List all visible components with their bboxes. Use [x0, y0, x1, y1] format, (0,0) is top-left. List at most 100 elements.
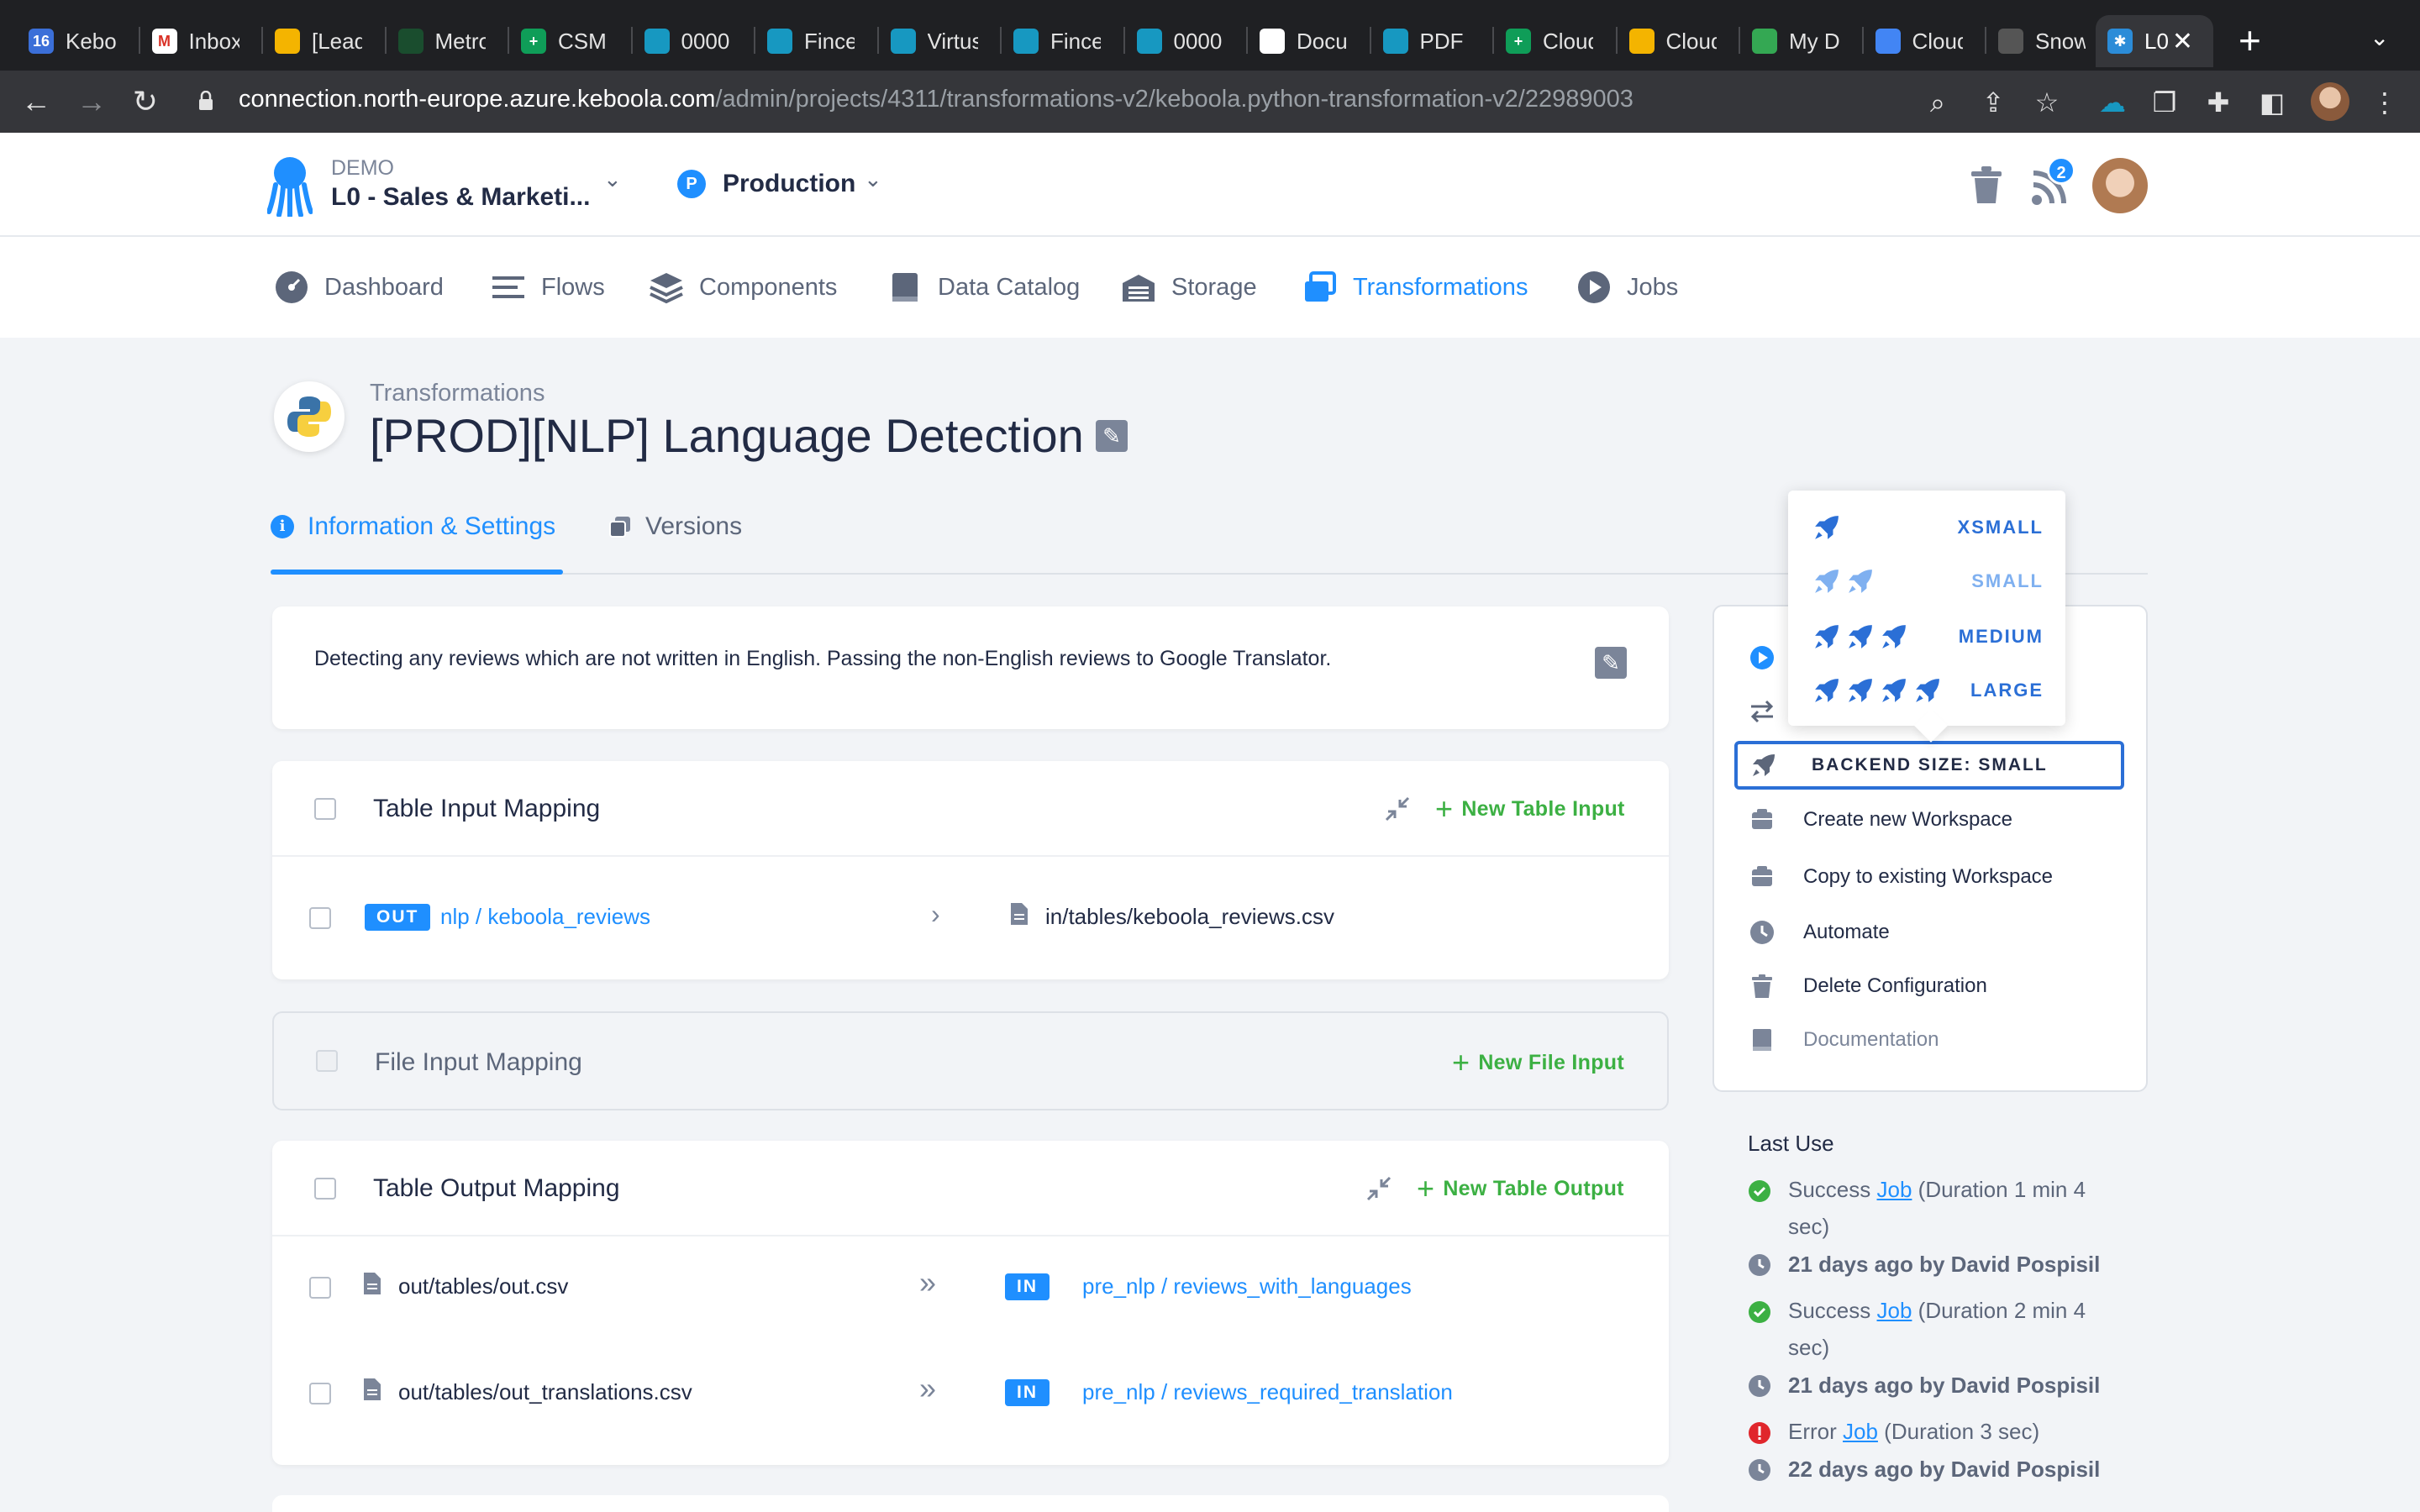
user-avatar[interactable] [2092, 158, 2148, 213]
zoom-icon[interactable]: ⌕ [1921, 86, 1954, 119]
browser-tab[interactable]: Fince [1002, 15, 1125, 67]
destination-table-link[interactable]: pre_nlp / reviews_required_translation [1082, 1379, 1453, 1405]
close-tab-icon[interactable]: ✕ [2172, 27, 2193, 56]
extension-copy-icon[interactable]: ❐ [2148, 86, 2181, 119]
destination-table-link[interactable]: pre_nlp / reviews_with_languages [1082, 1273, 1412, 1299]
select-all-checkbox[interactable] [314, 1178, 336, 1200]
nav-data-catalog[interactable]: Data Catalog [887, 269, 1080, 306]
branch-chevron-down-icon[interactable]: ⌄ [864, 166, 882, 192]
browser-tab[interactable]: My Dr [1740, 15, 1864, 67]
edit-description-pencil-icon[interactable]: ✎ [1595, 647, 1627, 679]
tab-information-settings[interactable]: i Information & Settings [271, 512, 555, 541]
description-text: Detecting any reviews which are not writ… [314, 647, 1332, 670]
job-link[interactable]: Job [1877, 1177, 1912, 1202]
browser-tab[interactable]: + Cloud [1494, 15, 1618, 67]
card-title: Table Output Mapping [373, 1174, 620, 1202]
tab-favicon-icon: + [521, 29, 546, 54]
salesforce-extension-icon[interactable]: ☁ [2096, 86, 2129, 119]
row-checkbox[interactable] [309, 1383, 331, 1404]
nav-dashboard[interactable]: Dashboard [274, 269, 444, 306]
browser-tab[interactable]: Cloud [1864, 15, 1986, 67]
backend-size-label: BACKEND SIZE: SMALL [1812, 755, 2048, 774]
project-tag: DEMO [331, 156, 394, 180]
create-workspace-action[interactable]: Create new Workspace [1749, 803, 2012, 837]
automate-action[interactable]: Automate [1749, 916, 1890, 949]
collapse-icon[interactable] [1383, 795, 1412, 823]
delete-configuration-action[interactable]: Delete Configuration [1749, 969, 1987, 1003]
nav-storage[interactable]: Storage [1121, 269, 1257, 306]
tab-versions[interactable]: Versions [608, 512, 742, 541]
breadcrumb[interactable]: Transformations [370, 380, 544, 407]
browser-menu-icon[interactable]: ⋮ [2368, 86, 2402, 119]
nav-jobs[interactable]: Jobs [1576, 269, 1678, 306]
job-link[interactable]: Job [1843, 1419, 1878, 1444]
file-icon [364, 1273, 381, 1294]
new-table-output-button[interactable]: + New Table Output [1417, 1171, 1624, 1206]
backend-option-medium[interactable]: MEDIUM [1813, 620, 2044, 654]
edit-title-pencil-icon[interactable]: ✎ [1096, 420, 1128, 452]
error-icon [1749, 1422, 1770, 1444]
card-title: Table Input Mapping [373, 795, 601, 822]
browser-tab[interactable]: 16 Kebo [17, 15, 140, 67]
table-output-row[interactable]: out/tables/out_translations.csv » IN pre… [272, 1342, 1669, 1448]
run-play-icon[interactable] [1749, 645, 1775, 670]
bookmark-star-icon[interactable]: ☆ [2030, 86, 2064, 119]
nav-components[interactable]: Components [649, 269, 837, 306]
project-name[interactable]: L0 - Sales & Marketi... [331, 183, 590, 212]
nav-flows[interactable]: Flows [491, 269, 605, 306]
branch-selector[interactable]: Production [723, 170, 855, 198]
tab-search-chevron-icon[interactable]: ⌄ [2370, 24, 2389, 51]
browser-tab[interactable]: 0000 [1125, 15, 1248, 67]
rocket-icon [1916, 679, 1939, 702]
collapse-icon[interactable] [1365, 1174, 1393, 1203]
source-table-link[interactable]: nlp / keboola_reviews [440, 904, 650, 930]
side-panel-icon[interactable]: ◧ [2255, 86, 2289, 119]
copy-to-workspace-action[interactable]: Copy to existing Workspace [1749, 860, 2053, 894]
share-icon[interactable]: ⇪ [1976, 86, 2010, 119]
browser-tab[interactable]: Virtus [879, 15, 1002, 67]
row-checkbox[interactable] [309, 907, 331, 929]
documentation-action[interactable]: Documentation [1749, 1023, 1939, 1057]
select-all-checkbox[interactable] [314, 798, 336, 820]
browser-tab[interactable]: Snow [1986, 15, 2110, 67]
browser-tab[interactable]: Metro [387, 15, 509, 67]
browser-tab-label: Cloud [1912, 28, 1963, 54]
reload-icon[interactable]: ↻ [126, 82, 165, 121]
forward-arrow-icon[interactable]: → [72, 82, 111, 121]
branch-icon: P [677, 170, 706, 198]
browser-tab[interactable]: 0000 [633, 15, 755, 67]
address-bar-url[interactable]: connection.north-europe.azure.keboola.co… [239, 86, 1634, 113]
swap-arrows-icon[interactable] [1749, 699, 1775, 724]
row-checkbox[interactable] [309, 1277, 331, 1299]
browser-tab[interactable]: M Inbox [140, 15, 263, 67]
browser-tab[interactable]: + CSM: [509, 15, 633, 67]
project-chevron-down-icon[interactable]: ⌄ [603, 166, 622, 192]
browser-tab[interactable]: Fince [755, 15, 879, 67]
backend-option-small[interactable]: SMALL [1813, 564, 2044, 598]
extensions-puzzle-icon[interactable]: ✚ [2202, 86, 2235, 119]
new-tab-button[interactable]: + [2238, 18, 2261, 62]
back-arrow-icon[interactable]: ← [17, 82, 55, 121]
backend-option-large[interactable]: LARGE [1813, 674, 2044, 707]
nav-transformations[interactable]: Transformations [1302, 269, 1528, 306]
browser-tab[interactable]: Docu [1248, 15, 1371, 67]
backend-option-xsmall[interactable]: XSMALL [1813, 511, 2044, 544]
browser-profile-avatar[interactable] [2311, 82, 2349, 121]
browser-tab[interactable]: [Lead [263, 15, 387, 67]
in-badge: IN [1005, 1379, 1050, 1406]
backend-size-button[interactable]: BACKEND SIZE: SMALL [1734, 741, 2124, 790]
tab-favicon-icon [767, 29, 792, 54]
when-text: 21 days ago by David Pospisil [1788, 1373, 2101, 1398]
table-input-row[interactable]: OUT nlp / keboola_reviews › in/tables/ke… [272, 857, 1669, 979]
trash-icon[interactable] [1970, 166, 2003, 205]
source-file: out/tables/out_translations.csv [398, 1379, 692, 1404]
new-table-input-button[interactable]: + New Table Input [1435, 791, 1625, 827]
app-header: DEMO L0 - Sales & Marketi... ⌄ P Product… [0, 133, 2420, 237]
rocket-icons [1813, 514, 1840, 541]
table-output-row[interactable]: out/tables/out.csv » IN pre_nlp / review… [272, 1236, 1669, 1342]
browser-tab-active[interactable]: ✱ L0 ✕ [2096, 15, 2213, 67]
browser-tab[interactable]: Cloud [1618, 15, 1740, 67]
job-link[interactable]: Job [1877, 1298, 1912, 1323]
new-file-input-button[interactable]: + New File Input [1452, 1045, 1624, 1080]
browser-tab[interactable]: PDF F [1371, 15, 1494, 67]
